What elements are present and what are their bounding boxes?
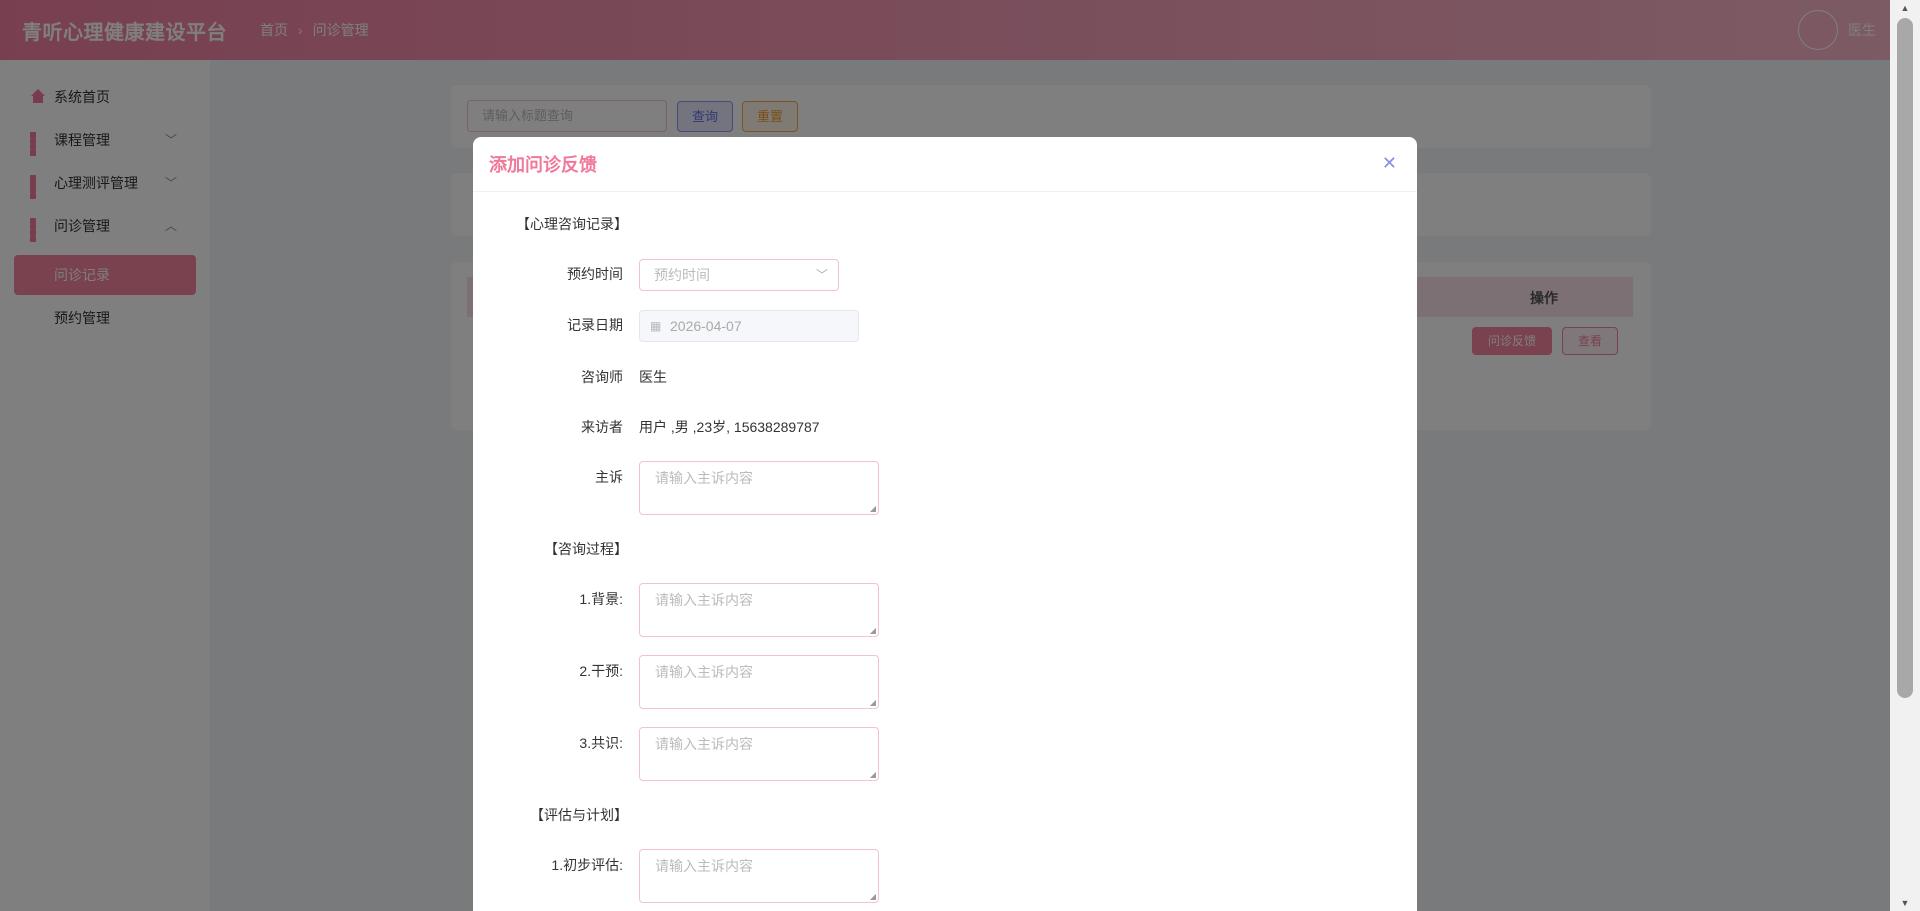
intervention-textarea[interactable]: 请输入主诉内容 ◢ xyxy=(639,655,879,709)
background-label: 1.背景: xyxy=(579,591,623,607)
background-textarea[interactable]: 请输入主诉内容 ◢ xyxy=(639,583,879,637)
initial-assessment-placeholder: 请输入主诉内容 xyxy=(655,858,753,874)
consensus-textarea[interactable]: 请输入主诉内容 ◢ xyxy=(639,727,879,781)
record-date-input[interactable]: ▦ 2026-04-07 xyxy=(639,310,859,342)
chevron-down-icon: ﹀ xyxy=(815,268,828,282)
complaint-placeholder: 请输入主诉内容 xyxy=(655,470,753,486)
section-record: 【心理咨询记录】 xyxy=(516,216,628,232)
background-placeholder: 请输入主诉内容 xyxy=(655,592,753,608)
visitor-value: 用户 ,男 ,23岁, 15638289787 xyxy=(639,419,820,435)
intervention-placeholder: 请输入主诉内容 xyxy=(655,664,753,680)
calendar-icon: ▦ xyxy=(650,319,662,333)
consensus-placeholder: 请输入主诉内容 xyxy=(655,736,753,752)
scroll-thumb[interactable] xyxy=(1897,18,1913,698)
initial-assessment-textarea[interactable]: 请输入主诉内容 ◢ xyxy=(639,849,879,903)
appointment-time-placeholder: 预约时间 xyxy=(654,267,710,283)
resize-grip-icon[interactable]: ◢ xyxy=(870,504,876,513)
counselor-label: 咨询师 xyxy=(581,369,623,385)
initial-assessment-label: 1.初步评估: xyxy=(551,857,623,873)
dialog-header: 添加问诊反馈 ✕ xyxy=(473,137,1417,192)
resize-grip-icon[interactable]: ◢ xyxy=(870,698,876,707)
resize-grip-icon[interactable]: ◢ xyxy=(870,626,876,635)
appointment-time-select[interactable]: 预约时间 ﹀ xyxy=(639,259,839,291)
close-icon[interactable]: ✕ xyxy=(1382,153,1397,174)
page-scrollbar[interactable]: ▲ ▼ xyxy=(1890,0,1920,911)
dialog-title: 添加问诊反馈 xyxy=(489,155,597,175)
complaint-textarea[interactable]: 请输入主诉内容 ◢ xyxy=(639,461,879,515)
section-process: 【咨询过程】 xyxy=(544,541,628,557)
complaint-label: 主诉 xyxy=(595,469,623,485)
scroll-down-icon[interactable]: ▼ xyxy=(1890,895,1920,911)
visitor-label: 来访者 xyxy=(581,419,623,435)
record-date-label: 记录日期 xyxy=(567,317,623,333)
consensus-label: 3.共识: xyxy=(579,735,623,751)
intervention-label: 2.干预: xyxy=(579,663,623,679)
resize-grip-icon[interactable]: ◢ xyxy=(870,892,876,901)
add-feedback-dialog: 添加问诊反馈 ✕ 【心理咨询记录】 预约时间 预约时间 ﹀ 记录日期 ▦ 202… xyxy=(473,137,1417,911)
section-assessment: 【评估与计划】 xyxy=(530,807,628,823)
scroll-up-icon[interactable]: ▲ xyxy=(1890,0,1920,16)
record-date-value: 2026-04-07 xyxy=(670,318,742,334)
resize-grip-icon[interactable]: ◢ xyxy=(870,770,876,779)
counselor-value: 医生 xyxy=(639,369,667,385)
appointment-time-label: 预约时间 xyxy=(567,266,623,282)
